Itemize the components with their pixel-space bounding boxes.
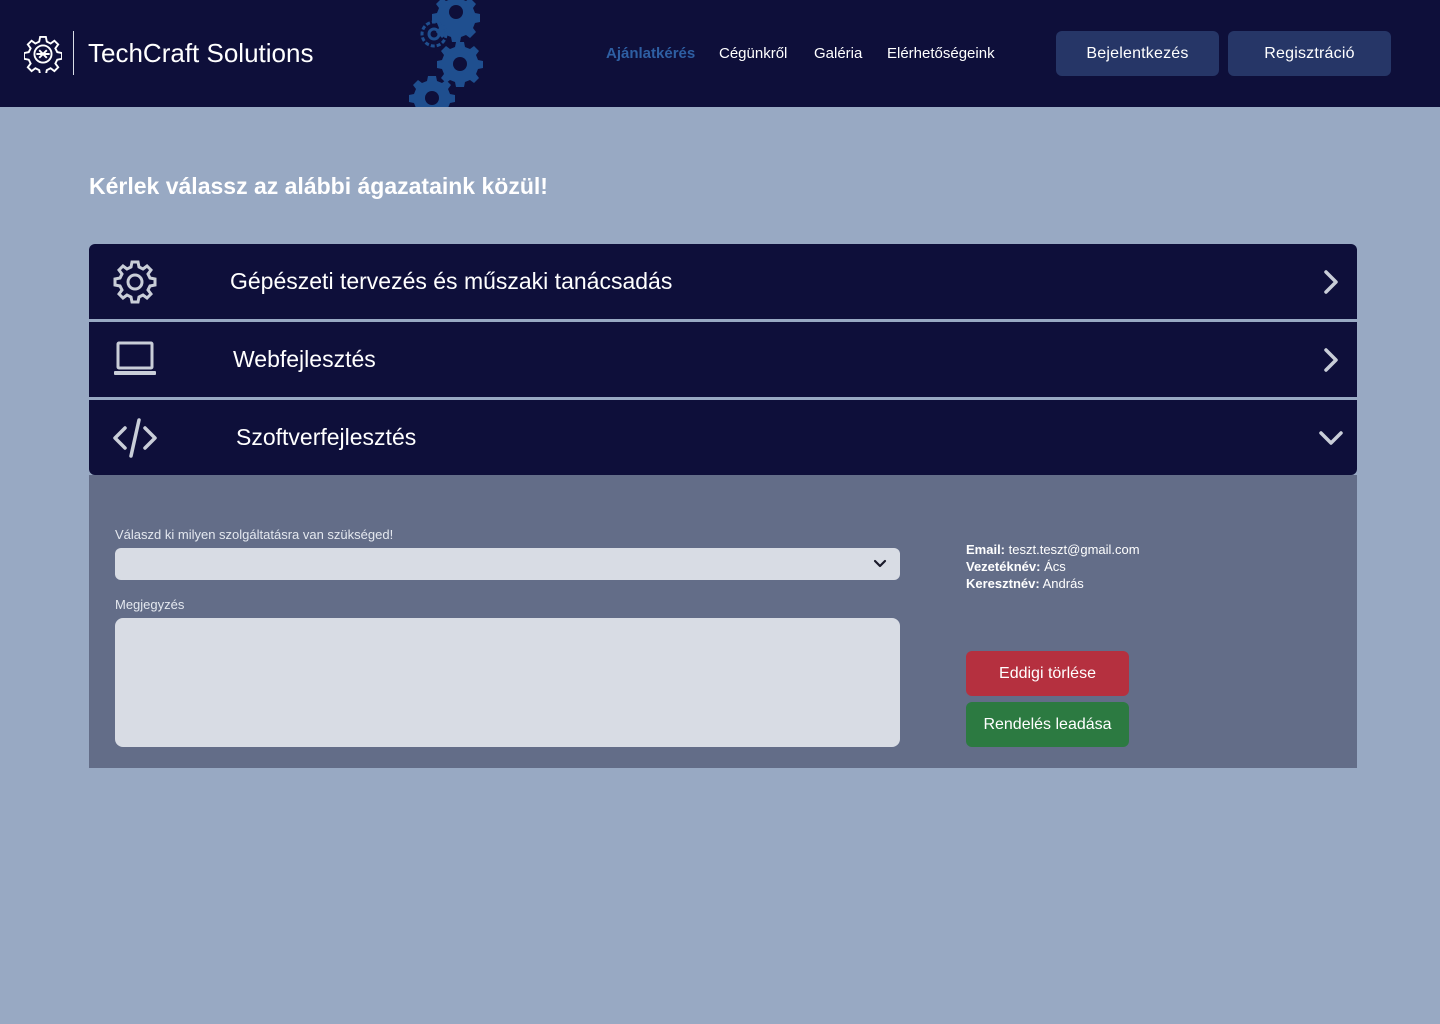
nav-link-cegunkrol[interactable]: Cégünkről	[719, 44, 787, 64]
note-textarea[interactable]	[115, 618, 900, 747]
brand-name[interactable]: TechCraft Solutions	[88, 36, 313, 70]
logo-divider	[73, 31, 74, 75]
clear-button[interactable]: Eddigi törlése	[966, 651, 1129, 696]
decorative-gears-icon	[409, 0, 483, 107]
email-label: Email:	[966, 542, 1006, 557]
accordion-item-szoftverfejlesztes[interactable]: Szoftverfejlesztés	[89, 400, 1357, 475]
lastname-label: Vezetéknév:	[966, 559, 1041, 574]
accordion-label: Szoftverfejlesztés	[236, 424, 417, 450]
firstname-label: Keresztnév:	[966, 576, 1040, 591]
chevron-right-icon	[1324, 348, 1338, 372]
page-title: Kérlek válassz az alábbi ágazataink közü…	[89, 173, 548, 199]
top-header: TechCraft Solutions Ajánlatkérés Cégünkr…	[0, 0, 1440, 107]
accordion-label: Gépészeti tervezés és műszaki tanácsadás	[230, 268, 673, 294]
login-button[interactable]: Bejelentkezés	[1056, 31, 1219, 76]
laptop-icon	[114, 341, 156, 375]
nav-link-ajanlatkeres[interactable]: Ajánlatkérés	[606, 44, 695, 64]
submit-order-button[interactable]: Rendelés leadása	[966, 702, 1129, 747]
accordion-item-gepeszeti[interactable]: Gépészeti tervezés és műszaki tanácsadás	[89, 244, 1357, 319]
accordion-item-webfejlesztes[interactable]: Webfejlesztés	[89, 322, 1357, 397]
service-select[interactable]	[115, 548, 900, 580]
user-info: Email: teszt.teszt@gmail.com Vezetéknév:…	[966, 541, 1140, 592]
gear-icon	[113, 260, 157, 304]
nav-link-elerhetosegeink[interactable]: Elérhetőségeink	[887, 44, 995, 64]
order-form-panel: Válaszd ki milyen szolgáltatásra van szü…	[89, 475, 1357, 768]
firstname-value: András	[1042, 576, 1084, 591]
lastname-value: Ács	[1044, 559, 1066, 574]
note-label: Megjegyzés	[115, 597, 185, 612]
chevron-right-icon	[1324, 270, 1338, 294]
chevron-down-icon	[1319, 431, 1343, 445]
service-select-label: Válaszd ki milyen szolgáltatásra van szü…	[115, 527, 394, 542]
gear-logo-icon	[24, 35, 62, 73]
accordion-label: Webfejlesztés	[233, 346, 376, 372]
register-button[interactable]: Regisztráció	[1228, 31, 1391, 76]
code-icon	[113, 418, 157, 458]
email-value: teszt.teszt@gmail.com	[1008, 542, 1140, 557]
chevron-down-icon	[873, 559, 887, 568]
nav-link-galeria[interactable]: Galéria	[814, 44, 862, 64]
